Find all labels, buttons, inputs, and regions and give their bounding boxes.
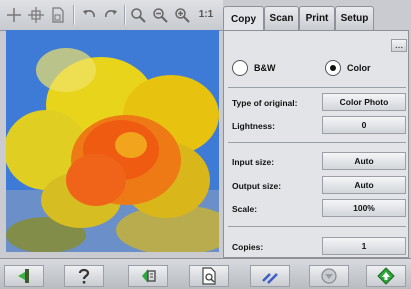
zoom-fit-icon[interactable]	[128, 4, 148, 25]
move-icon[interactable]	[26, 4, 46, 25]
settings-button[interactable]	[250, 265, 290, 287]
lightness-button[interactable]: 0	[322, 116, 406, 134]
input-size-button[interactable]: Auto	[322, 152, 406, 170]
start-icon	[377, 267, 395, 285]
rotate-left-icon[interactable]	[79, 4, 99, 25]
help-icon	[78, 268, 90, 284]
copy-settings-panel: ... B&W Color Type of original: Color Ph…	[223, 30, 409, 258]
scale-label: Scale:	[232, 204, 258, 214]
input-size-label: Input size:	[232, 157, 275, 167]
divider	[228, 87, 406, 88]
exit-button[interactable]	[4, 265, 44, 287]
bw-label: B&W	[254, 63, 276, 73]
page-preview-icon	[202, 267, 216, 285]
tab-print[interactable]: Print	[299, 6, 335, 30]
bw-option[interactable]: B&W	[232, 57, 276, 79]
lightness-label: Lightness:	[232, 121, 275, 131]
copies-button[interactable]: 1	[322, 237, 406, 255]
page-icon[interactable]	[48, 4, 68, 25]
divider	[228, 142, 406, 143]
scan-preview-image	[6, 30, 219, 252]
type-of-original-label: Type of original:	[232, 98, 298, 108]
color-radio[interactable]	[325, 60, 341, 76]
tab-bar: Copy Scan Print Setup	[223, 6, 411, 31]
divider	[228, 226, 406, 227]
output-size-label: Output size:	[232, 181, 282, 191]
tab-scan[interactable]: Scan	[264, 6, 299, 30]
crosshair-icon[interactable]	[4, 4, 24, 25]
scale-button[interactable]: 100%	[322, 199, 406, 217]
help-button[interactable]	[64, 265, 104, 287]
zoom-in-icon[interactable]	[172, 4, 192, 25]
actual-size-icon[interactable]: 1:1	[196, 4, 216, 25]
more-options-button[interactable]: ...	[391, 39, 407, 52]
image-toolbar: 1:1	[0, 0, 223, 31]
zoom-out-icon[interactable]	[150, 4, 170, 25]
exit-icon	[18, 269, 29, 283]
preview-icon	[142, 269, 156, 283]
stop-button[interactable]	[309, 265, 349, 287]
preview-button[interactable]	[128, 265, 168, 287]
settings-icon	[262, 273, 278, 284]
start-button[interactable]	[366, 265, 406, 287]
tab-copy[interactable]: Copy	[223, 6, 264, 31]
color-label: Color	[347, 63, 371, 73]
stop-icon	[321, 268, 337, 284]
action-bar	[0, 258, 411, 289]
color-option[interactable]: Color	[325, 57, 371, 79]
page-preview-button[interactable]	[189, 265, 229, 287]
rotate-right-icon[interactable]	[101, 4, 121, 25]
bw-radio[interactable]	[232, 60, 248, 76]
type-of-original-button[interactable]: Color Photo	[322, 93, 406, 111]
tab-setup[interactable]: Setup	[335, 6, 374, 30]
copies-label: Copies:	[232, 242, 264, 252]
output-size-button[interactable]: Auto	[322, 176, 406, 194]
